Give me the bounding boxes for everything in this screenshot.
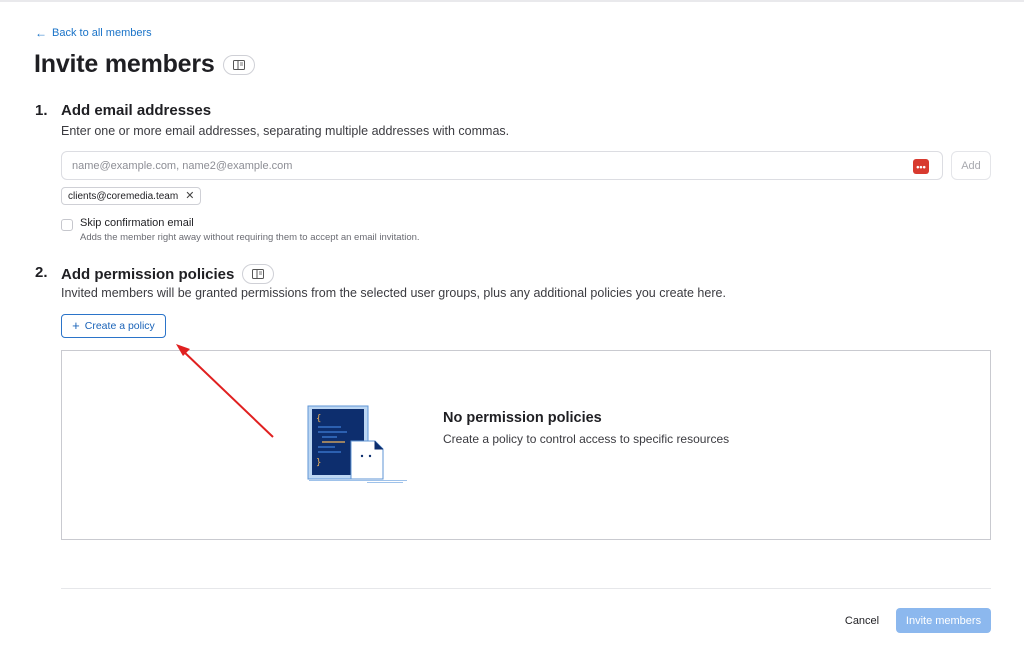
- back-link-label: Back to all members: [52, 27, 152, 39]
- skip-confirmation-label[interactable]: Skip confirmation email: [80, 217, 194, 229]
- invite-members-button[interactable]: Invite members: [896, 608, 991, 633]
- step2-description: Invited members will be granted permissi…: [61, 286, 726, 300]
- email-input[interactable]: [72, 159, 892, 172]
- page-title: Invite members: [34, 50, 255, 79]
- policies-docs-button[interactable]: [242, 264, 275, 284]
- footer-divider: [61, 588, 991, 589]
- email-tag-label: clients@coremedia.team: [68, 190, 179, 202]
- skip-confirmation-checkbox[interactable]: [61, 219, 73, 231]
- step2-title: Add permission policies: [61, 265, 235, 283]
- step2-number: 2.: [35, 264, 48, 281]
- book-icon: [232, 59, 245, 70]
- policies-empty-state: { } No permission policies Create a poli…: [61, 350, 991, 540]
- create-policy-button[interactable]: + Create a policy: [61, 314, 166, 338]
- page-title-text: Invite members: [34, 50, 215, 78]
- step1-description: Enter one or more email addresses, separ…: [61, 124, 510, 138]
- back-to-members-link[interactable]: ← Back to all members: [35, 27, 152, 39]
- create-policy-label: Create a policy: [84, 320, 155, 332]
- code-document-illustration: { }: [307, 405, 407, 483]
- book-icon: [252, 269, 265, 279]
- svg-text:}: }: [316, 458, 321, 468]
- remove-tag-icon[interactable]: ✕: [185, 191, 194, 202]
- svg-text:{: {: [316, 414, 321, 424]
- email-tag: clients@coremedia.team ✕: [61, 187, 202, 205]
- skip-confirmation-help: Adds the member right away without requi…: [80, 232, 420, 243]
- email-input-wrapper: •••: [61, 151, 943, 180]
- top-border: [0, 0, 1024, 2]
- empty-state-description: Create a policy to control access to spe…: [443, 432, 730, 446]
- step1-number: 1.: [35, 102, 48, 119]
- add-email-button[interactable]: Add: [951, 151, 991, 180]
- empty-state-title: No permission policies: [443, 410, 602, 426]
- step2-title-row: Add permission policies: [61, 264, 275, 284]
- cancel-button[interactable]: Cancel: [836, 609, 888, 633]
- step1-title: Add email addresses: [61, 102, 212, 119]
- docs-button[interactable]: [222, 54, 255, 75]
- arrow-left-icon: ←: [35, 26, 47, 40]
- password-manager-icon[interactable]: •••: [913, 159, 929, 174]
- plus-icon: +: [72, 318, 80, 333]
